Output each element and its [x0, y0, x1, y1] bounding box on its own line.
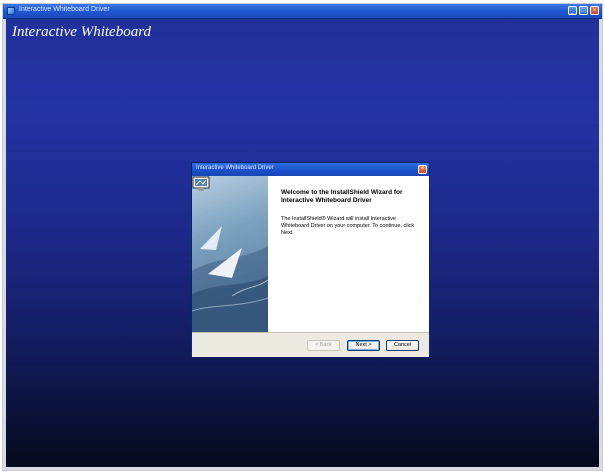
dialog-title: Interactive Whiteboard Driver	[196, 165, 274, 171]
minimize-button[interactable]: _	[568, 6, 577, 15]
dialog-titlebar[interactable]: Interactive Whiteboard Driver ×	[192, 163, 429, 176]
app-heading: Interactive Whiteboard	[12, 24, 151, 40]
app-icon	[7, 7, 15, 15]
close-button[interactable]: ×	[590, 6, 599, 15]
wizard-side-graphic	[192, 176, 268, 332]
wizard-heading: Welcome to the InstallShield Wizard for …	[281, 189, 403, 204]
cancel-button[interactable]: Cancel	[386, 340, 419, 351]
window-controls: _ □ ×	[568, 6, 599, 15]
dialog-close-button[interactable]: ×	[418, 165, 427, 174]
wizard-content: Welcome to the InstallShield Wizard for …	[281, 189, 421, 237]
dialog-body: Welcome to the InstallShield Wizard for …	[192, 176, 429, 332]
computer-setup-icon	[192, 176, 210, 191]
next-button[interactable]: Next >	[347, 340, 380, 351]
window-title: Interactive Whiteboard Driver	[19, 6, 110, 13]
dialog-footer: < Back Next > Cancel	[192, 332, 429, 357]
wizard-description: The InstallShield® Wizard will install I…	[281, 216, 415, 236]
screenshot-frame: Interactive Whiteboard Driver _ □ × Inte…	[3, 4, 602, 470]
wizard-artwork	[192, 226, 268, 332]
app-background: Interactive Whiteboard Interactive White…	[6, 19, 599, 467]
installer-dialog: Interactive Whiteboard Driver × Welcome …	[191, 162, 430, 357]
window-titlebar[interactable]: Interactive Whiteboard Driver _ □ ×	[3, 4, 602, 19]
back-button: < Back	[307, 340, 340, 351]
maximize-button[interactable]: □	[579, 6, 588, 15]
